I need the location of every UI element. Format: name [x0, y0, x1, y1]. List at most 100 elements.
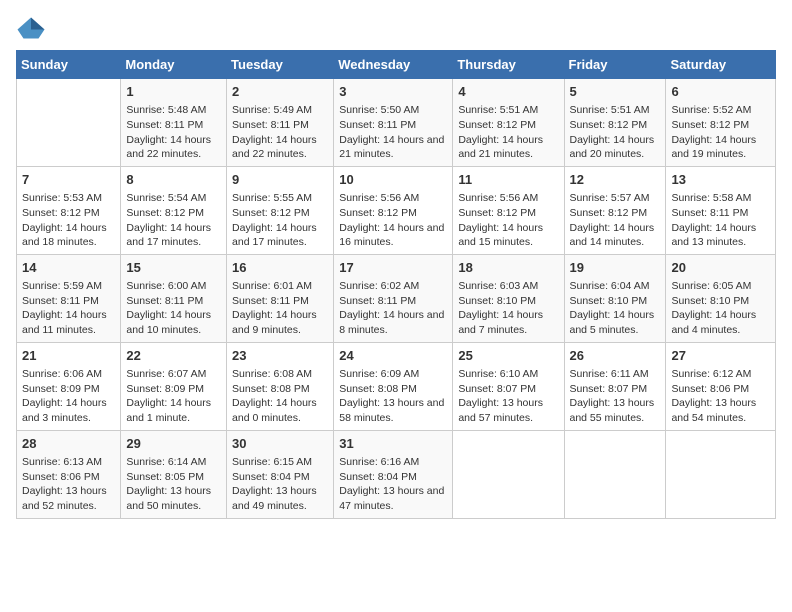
calendar-cell: 10 Sunrise: 5:56 AMSunset: 8:12 PMDayligh…	[334, 166, 453, 254]
day-number: 30	[232, 435, 328, 453]
day-number: 15	[126, 259, 221, 277]
day-number: 13	[671, 171, 770, 189]
day-details: Sunrise: 5:57 AMSunset: 8:12 PMDaylight:…	[570, 191, 661, 250]
weekday-header-monday: Monday	[121, 51, 227, 79]
day-number: 8	[126, 171, 221, 189]
calendar-table: SundayMondayTuesdayWednesdayThursdayFrid…	[16, 50, 776, 519]
day-number: 24	[339, 347, 447, 365]
calendar-cell: 6 Sunrise: 5:52 AMSunset: 8:12 PMDaylight…	[666, 79, 776, 167]
calendar-cell: 4 Sunrise: 5:51 AMSunset: 8:12 PMDaylight…	[453, 79, 564, 167]
calendar-cell	[453, 430, 564, 518]
day-number: 17	[339, 259, 447, 277]
day-details: Sunrise: 6:14 AMSunset: 8:05 PMDaylight:…	[126, 455, 221, 514]
day-number: 14	[22, 259, 115, 277]
day-details: Sunrise: 5:50 AMSunset: 8:11 PMDaylight:…	[339, 103, 447, 162]
calendar-cell: 18 Sunrise: 6:03 AMSunset: 8:10 PMDayligh…	[453, 254, 564, 342]
calendar-cell: 25 Sunrise: 6:10 AMSunset: 8:07 PMDayligh…	[453, 342, 564, 430]
calendar-cell: 13 Sunrise: 5:58 AMSunset: 8:11 PMDayligh…	[666, 166, 776, 254]
weekday-header-thursday: Thursday	[453, 51, 564, 79]
week-row-2: 7 Sunrise: 5:53 AMSunset: 8:12 PMDaylight…	[17, 166, 776, 254]
day-details: Sunrise: 5:55 AMSunset: 8:12 PMDaylight:…	[232, 191, 328, 250]
day-details: Sunrise: 5:53 AMSunset: 8:12 PMDaylight:…	[22, 191, 115, 250]
day-details: Sunrise: 5:59 AMSunset: 8:11 PMDaylight:…	[22, 279, 115, 338]
day-number: 18	[458, 259, 558, 277]
day-number: 4	[458, 83, 558, 101]
day-number: 1	[126, 83, 221, 101]
day-number: 31	[339, 435, 447, 453]
day-number: 29	[126, 435, 221, 453]
day-number: 26	[570, 347, 661, 365]
calendar-cell: 19Sunrise: 6:04 AMSunset: 8:10 PMDayligh…	[564, 254, 666, 342]
calendar-cell: 29 Sunrise: 6:14 AMSunset: 8:05 PMDayligh…	[121, 430, 227, 518]
logo	[16, 16, 50, 40]
day-details: Sunrise: 5:56 AMSunset: 8:12 PMDaylight:…	[339, 191, 447, 250]
day-details: Sunrise: 6:11 AMSunset: 8:07 PMDaylight:…	[570, 367, 661, 426]
day-number: 7	[22, 171, 115, 189]
calendar-cell: 22 Sunrise: 6:07 AMSunset: 8:09 PMDayligh…	[121, 342, 227, 430]
day-details: Sunrise: 6:01 AMSunset: 8:11 PMDaylight:…	[232, 279, 328, 338]
day-details: Sunrise: 5:49 AMSunset: 8:11 PMDaylight:…	[232, 103, 328, 162]
calendar-cell: 28 Sunrise: 6:13 AMSunset: 8:06 PMDayligh…	[17, 430, 121, 518]
day-details: Sunrise: 6:12 AMSunset: 8:06 PMDaylight:…	[671, 367, 770, 426]
day-number: 21	[22, 347, 115, 365]
day-details: Sunrise: 6:03 AMSunset: 8:10 PMDaylight:…	[458, 279, 558, 338]
day-number: 2	[232, 83, 328, 101]
day-details: Sunrise: 5:54 AMSunset: 8:12 PMDaylight:…	[126, 191, 221, 250]
weekday-header-tuesday: Tuesday	[227, 51, 334, 79]
day-number: 22	[126, 347, 221, 365]
weekday-header-wednesday: Wednesday	[334, 51, 453, 79]
calendar-cell: 27 Sunrise: 6:12 AMSunset: 8:06 PMDayligh…	[666, 342, 776, 430]
calendar-cell: 15 Sunrise: 6:00 AMSunset: 8:11 PMDayligh…	[121, 254, 227, 342]
day-details: Sunrise: 5:48 AMSunset: 8:11 PMDaylight:…	[126, 103, 221, 162]
calendar-cell: 3Sunrise: 5:50 AMSunset: 8:11 PMDaylight…	[334, 79, 453, 167]
calendar-cell: 23Sunrise: 6:08 AMSunset: 8:08 PMDayligh…	[227, 342, 334, 430]
day-number: 25	[458, 347, 558, 365]
logo-icon	[16, 16, 46, 40]
day-details: Sunrise: 6:13 AMSunset: 8:06 PMDaylight:…	[22, 455, 115, 514]
day-details: Sunrise: 6:10 AMSunset: 8:07 PMDaylight:…	[458, 367, 558, 426]
weekday-header-saturday: Saturday	[666, 51, 776, 79]
calendar-cell	[17, 79, 121, 167]
calendar-cell	[564, 430, 666, 518]
day-details: Sunrise: 6:16 AMSunset: 8:04 PMDaylight:…	[339, 455, 447, 514]
day-number: 12	[570, 171, 661, 189]
calendar-cell: 26 Sunrise: 6:11 AMSunset: 8:07 PMDayligh…	[564, 342, 666, 430]
weekday-header-friday: Friday	[564, 51, 666, 79]
calendar-cell: 11Sunrise: 5:56 AMSunset: 8:12 PMDayligh…	[453, 166, 564, 254]
calendar-cell: 2 Sunrise: 5:49 AMSunset: 8:11 PMDaylight…	[227, 79, 334, 167]
calendar-cell	[666, 430, 776, 518]
day-details: Sunrise: 6:00 AMSunset: 8:11 PMDaylight:…	[126, 279, 221, 338]
day-number: 10	[339, 171, 447, 189]
page-header	[16, 16, 776, 40]
day-details: Sunrise: 5:58 AMSunset: 8:11 PMDaylight:…	[671, 191, 770, 250]
weekday-header-sunday: Sunday	[17, 51, 121, 79]
calendar-cell: 21 Sunrise: 6:06 AMSunset: 8:09 PMDayligh…	[17, 342, 121, 430]
day-details: Sunrise: 6:06 AMSunset: 8:09 PMDaylight:…	[22, 367, 115, 426]
day-details: Sunrise: 6:07 AMSunset: 8:09 PMDaylight:…	[126, 367, 221, 426]
calendar-cell: 5Sunrise: 5:51 AMSunset: 8:12 PMDaylight…	[564, 79, 666, 167]
day-number: 9	[232, 171, 328, 189]
day-number: 23	[232, 347, 328, 365]
day-number: 20	[671, 259, 770, 277]
day-details: Sunrise: 6:02 AMSunset: 8:11 PMDaylight:…	[339, 279, 447, 338]
day-number: 16	[232, 259, 328, 277]
day-number: 6	[671, 83, 770, 101]
week-row-3: 14 Sunrise: 5:59 AMSunset: 8:11 PMDayligh…	[17, 254, 776, 342]
day-number: 28	[22, 435, 115, 453]
calendar-cell: 1 Sunrise: 5:48 AMSunset: 8:11 PMDaylight…	[121, 79, 227, 167]
day-number: 11	[458, 171, 558, 189]
calendar-cell: 20 Sunrise: 6:05 AMSunset: 8:10 PMDayligh…	[666, 254, 776, 342]
calendar-cell: 24Sunrise: 6:09 AMSunset: 8:08 PMDayligh…	[334, 342, 453, 430]
calendar-cell: 14 Sunrise: 5:59 AMSunset: 8:11 PMDayligh…	[17, 254, 121, 342]
week-row-4: 21 Sunrise: 6:06 AMSunset: 8:09 PMDayligh…	[17, 342, 776, 430]
day-details: Sunrise: 5:51 AMSunset: 8:12 PMDaylight:…	[458, 103, 558, 162]
calendar-cell: 12 Sunrise: 5:57 AMSunset: 8:12 PMDayligh…	[564, 166, 666, 254]
calendar-cell: 17 Sunrise: 6:02 AMSunset: 8:11 PMDayligh…	[334, 254, 453, 342]
day-number: 19	[570, 259, 661, 277]
day-number: 27	[671, 347, 770, 365]
day-number: 5	[570, 83, 661, 101]
calendar-cell: 8 Sunrise: 5:54 AMSunset: 8:12 PMDaylight…	[121, 166, 227, 254]
day-details: Sunrise: 5:52 AMSunset: 8:12 PMDaylight:…	[671, 103, 770, 162]
calendar-cell: 31 Sunrise: 6:16 AMSunset: 8:04 PMDayligh…	[334, 430, 453, 518]
day-details: Sunrise: 6:05 AMSunset: 8:10 PMDaylight:…	[671, 279, 770, 338]
